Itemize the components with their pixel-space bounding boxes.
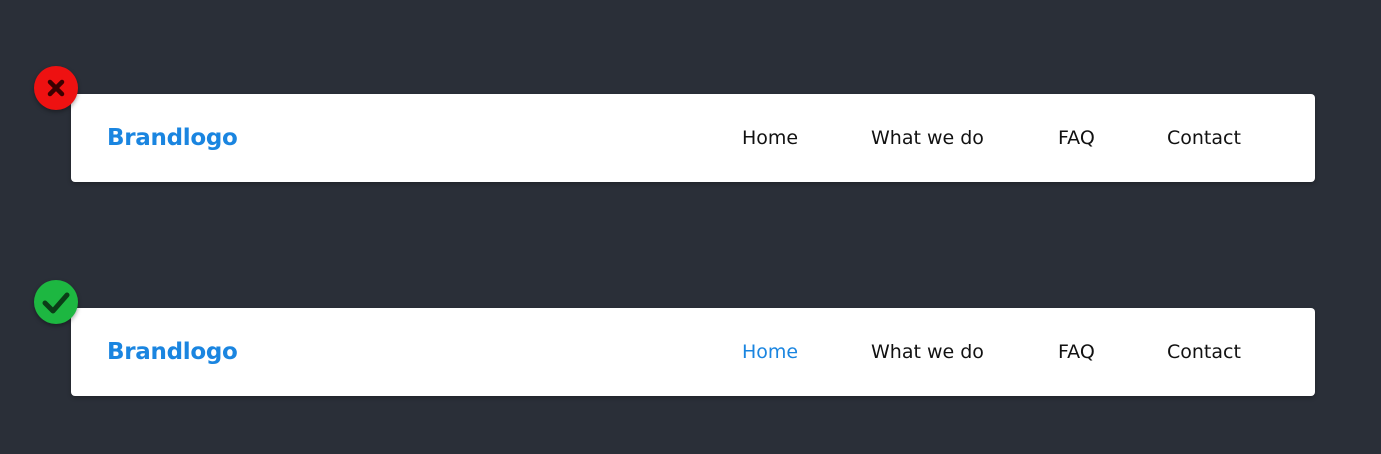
correct-example: Brandlogo Home What we do FAQ Contact bbox=[0, 278, 1381, 398]
nav-link-what-we-do[interactable]: What we do bbox=[871, 308, 984, 396]
nav-link-contact[interactable]: Contact bbox=[1167, 94, 1241, 182]
checkmark-icon bbox=[34, 280, 78, 324]
nav-link-what-we-do[interactable]: What we do bbox=[871, 94, 984, 182]
incorrect-example: Brandlogo Home What we do FAQ Contact bbox=[0, 64, 1381, 184]
nav-link-faq[interactable]: FAQ bbox=[1058, 94, 1095, 182]
nav-link-home-active[interactable]: Home bbox=[742, 308, 798, 396]
navbar: Brandlogo Home What we do FAQ Contact bbox=[71, 308, 1315, 396]
brand-logo[interactable]: Brandlogo bbox=[107, 94, 238, 182]
x-icon bbox=[34, 66, 78, 110]
nav-link-faq[interactable]: FAQ bbox=[1058, 308, 1095, 396]
nav-link-contact[interactable]: Contact bbox=[1167, 308, 1241, 396]
brand-logo[interactable]: Brandlogo bbox=[107, 308, 238, 396]
nav-link-home[interactable]: Home bbox=[742, 94, 798, 182]
navbar: Brandlogo Home What we do FAQ Contact bbox=[71, 94, 1315, 182]
